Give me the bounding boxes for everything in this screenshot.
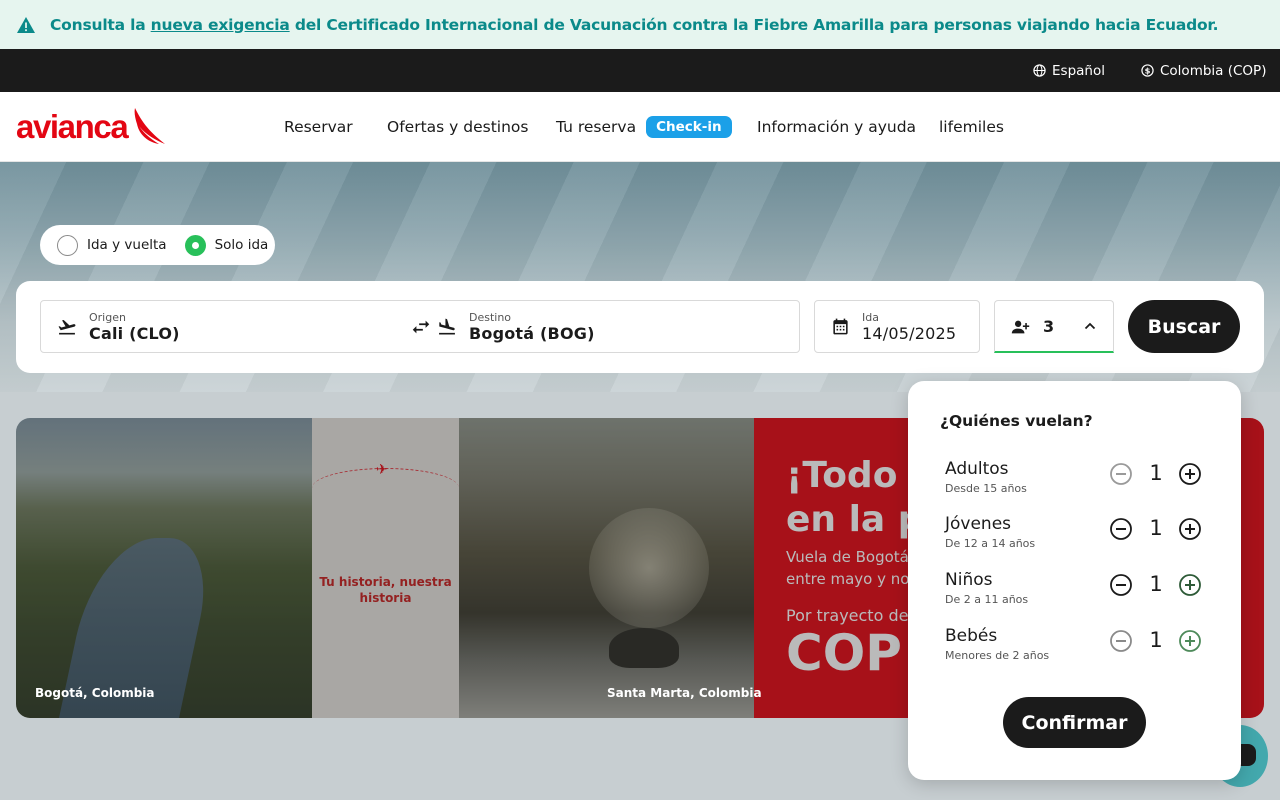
plus-circle-icon xyxy=(1179,630,1201,652)
decrement-youth-button[interactable] xyxy=(1108,516,1134,542)
passenger-row-youth: Jóvenes De 12 a 14 años 1 xyxy=(945,514,1207,558)
minus-circle-icon xyxy=(1110,463,1132,485)
svg-text:$: $ xyxy=(1145,66,1151,76)
decrement-children-button[interactable] xyxy=(1108,572,1134,598)
takeoff-icon xyxy=(58,319,76,335)
nav-informacion[interactable]: Información y ayuda xyxy=(757,92,916,162)
date-label: Ida xyxy=(862,311,879,324)
calendar-icon xyxy=(833,318,848,335)
plus-circle-icon xyxy=(1179,463,1201,485)
radio-one-way[interactable] xyxy=(184,234,206,256)
passenger-age-label: Menores de 2 años xyxy=(945,649,1050,662)
increment-children-button[interactable] xyxy=(1177,572,1203,598)
round-trip-label[interactable]: Ida y vuelta xyxy=(87,237,167,253)
avianca-logo[interactable]: avianca xyxy=(16,106,169,148)
adults-count: 1 xyxy=(1149,461,1163,485)
youth-count: 1 xyxy=(1149,516,1163,540)
minus-circle-icon xyxy=(1110,630,1132,652)
warning-icon xyxy=(17,16,35,33)
date-value: 14/05/2025 xyxy=(862,324,957,343)
destination-value: Bogotá (BOG) xyxy=(469,324,595,343)
add-person-icon xyxy=(1011,320,1030,334)
passenger-type-label: Bebés xyxy=(945,626,998,646)
flight-search-panel: Origen Cali (CLO) Destino Bogotá (BOG) I… xyxy=(16,281,1264,373)
radio-round-trip[interactable] xyxy=(57,234,78,256)
plus-circle-icon xyxy=(1179,518,1201,540)
alert-link[interactable]: nueva exigencia xyxy=(151,16,290,34)
passenger-age-label: Desde 15 años xyxy=(945,482,1027,495)
one-way-label[interactable]: Solo ida xyxy=(215,237,269,253)
chevron-up-icon xyxy=(1084,322,1096,330)
alert-message: Consulta la nueva exigencia del Certific… xyxy=(50,15,1219,34)
nav-ofertas[interactable]: Ofertas y destinos xyxy=(387,92,528,162)
passenger-age-label: De 12 a 14 años xyxy=(945,537,1036,550)
currency-icon: $ xyxy=(1141,64,1154,77)
bird-logo-icon xyxy=(134,108,166,144)
logo-text: avianca xyxy=(16,108,129,145)
children-count: 1 xyxy=(1149,572,1163,596)
increment-adults-button[interactable] xyxy=(1177,461,1203,487)
country-selector[interactable]: $ Colombia (COP) xyxy=(1141,49,1266,92)
increment-infants-button[interactable] xyxy=(1177,628,1203,654)
language-label: Español xyxy=(1052,62,1105,79)
checkin-badge[interactable]: Check-in xyxy=(646,116,732,138)
passengers-count: 3 xyxy=(1043,317,1055,336)
decrement-adults-button[interactable] xyxy=(1108,461,1134,487)
increment-youth-button[interactable] xyxy=(1177,516,1203,542)
passenger-age-label: De 2 a 11 años xyxy=(945,593,1029,606)
infants-count: 1 xyxy=(1149,628,1163,652)
minus-circle-icon xyxy=(1110,518,1132,540)
passengers-field[interactable]: 3 xyxy=(994,300,1114,353)
popover-title: ¿Quiénes vuelan? xyxy=(940,412,1093,430)
minus-circle-icon xyxy=(1110,574,1132,596)
origin-label: Origen xyxy=(89,311,126,324)
utility-bar: Español $ Colombia (COP) xyxy=(0,49,1280,92)
main-nav: avianca Reservar Ofertas y destinos Tu r… xyxy=(0,92,1280,162)
destination-field[interactable]: Destino Bogotá (BOG) xyxy=(469,311,595,343)
departure-date-field[interactable]: Ida 14/05/2025 xyxy=(814,300,980,353)
origin-destination-field: Origen Cali (CLO) Destino Bogotá (BOG) xyxy=(40,300,800,353)
caption-santa-marta: Santa Marta, Colombia xyxy=(607,686,762,700)
nav-tu-reserva[interactable]: Tu reserva Check-in xyxy=(556,92,732,162)
search-button[interactable]: Buscar xyxy=(1128,300,1240,353)
origin-field[interactable]: Origen Cali (CLO) xyxy=(89,311,180,343)
landing-icon xyxy=(439,318,455,335)
alert-banner: Consulta la nueva exigencia del Certific… xyxy=(0,0,1280,49)
passenger-row-children: Niños De 2 a 11 años 1 xyxy=(945,570,1207,614)
passenger-type-label: Niños xyxy=(945,570,993,590)
origin-value: Cali (CLO) xyxy=(89,324,180,343)
trip-type-toggle: Ida y vuelta Solo ida xyxy=(40,225,275,265)
language-selector[interactable]: Español xyxy=(1033,49,1105,92)
swap-icon[interactable] xyxy=(410,316,432,338)
nav-tu-reserva-label: Tu reserva xyxy=(556,118,637,136)
passenger-row-adults: Adultos Desde 15 años 1 xyxy=(945,459,1207,503)
plus-circle-icon xyxy=(1179,574,1201,596)
passenger-type-label: Jóvenes xyxy=(945,514,1012,534)
nav-reservar[interactable]: Reservar xyxy=(284,92,353,162)
passenger-row-infants: Bebés Menores de 2 años 1 xyxy=(945,626,1207,670)
confirm-button[interactable]: Confirmar xyxy=(1003,697,1146,748)
decrement-infants-button[interactable] xyxy=(1108,628,1134,654)
destination-label: Destino xyxy=(469,311,512,324)
country-label: Colombia (COP) xyxy=(1160,62,1267,79)
passengers-popover: ¿Quiénes vuelan? Adultos Desde 15 años 1… xyxy=(908,381,1241,780)
globe-icon xyxy=(1033,64,1046,77)
caption-bogota: Bogotá, Colombia xyxy=(35,686,155,700)
nav-lifemiles[interactable]: lifemiles xyxy=(939,92,1004,162)
passenger-type-label: Adultos xyxy=(945,459,1009,479)
